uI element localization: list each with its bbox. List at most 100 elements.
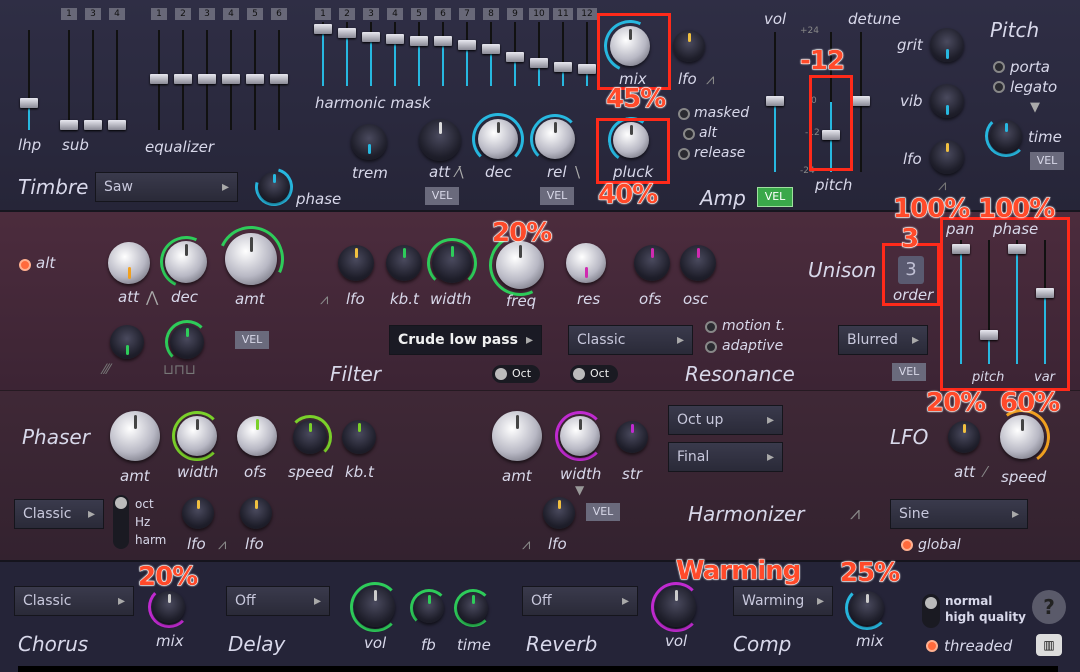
mask-fader[interactable] xyxy=(528,22,550,86)
phase-knob[interactable] xyxy=(259,172,289,202)
filter-vel-toggle[interactable]: VEL xyxy=(235,331,269,349)
lhp-fader[interactable] xyxy=(18,30,40,130)
dec-knob[interactable] xyxy=(478,119,518,159)
rel-knob[interactable] xyxy=(535,119,575,159)
pitch-vel-toggle[interactable]: VEL xyxy=(1030,152,1064,170)
filter-amt-knob[interactable] xyxy=(225,233,277,285)
eq-fader-6[interactable] xyxy=(268,30,290,130)
harm-amt-knob[interactable] xyxy=(492,411,542,461)
detune-fader[interactable] xyxy=(850,32,872,172)
mask-fader[interactable] xyxy=(456,22,478,86)
filter-osc-knob[interactable] xyxy=(680,245,716,281)
trem-knob[interactable] xyxy=(351,124,387,160)
mask-fader[interactable] xyxy=(504,22,526,86)
filter-env-knob-1[interactable] xyxy=(110,325,144,359)
filter-env-knob-2[interactable] xyxy=(170,325,204,359)
phaser-unit-switch[interactable] xyxy=(113,495,129,549)
grit-knob[interactable] xyxy=(930,28,964,62)
phaser-kbt-knob[interactable] xyxy=(342,420,376,454)
rel-vel-toggle[interactable]: VEL xyxy=(540,187,574,205)
filter-freq-knob[interactable] xyxy=(496,241,544,289)
phaser-lfo-knob-2[interactable] xyxy=(240,497,272,529)
quality-switch[interactable] xyxy=(922,594,940,628)
delay-vol-knob[interactable] xyxy=(355,587,395,627)
keyboard-icon[interactable]: ▥ xyxy=(1036,634,1062,656)
reverb-mode-dropdown[interactable]: Off xyxy=(522,586,638,616)
resonance-oct-toggle[interactable]: Oct xyxy=(570,365,618,383)
filter-dec-knob[interactable] xyxy=(165,241,207,283)
mask-fader[interactable] xyxy=(408,22,430,86)
filter-oct-toggle[interactable]: Oct xyxy=(492,365,540,383)
mask-fader[interactable] xyxy=(360,22,382,86)
filter-att-knob[interactable] xyxy=(108,242,150,284)
filter-type-dropdown[interactable]: Crude low pass xyxy=(389,325,542,355)
mask-fader[interactable] xyxy=(552,22,574,86)
mask-fader[interactable] xyxy=(336,22,358,86)
lfo-shape-dropdown[interactable]: Sine xyxy=(890,499,1028,529)
unison-mode-dropdown[interactable]: Blurred xyxy=(838,325,928,355)
phaser-ofs-knob[interactable] xyxy=(237,416,277,456)
filter-alt-radio[interactable] xyxy=(19,259,31,271)
mask-fader[interactable] xyxy=(384,22,406,86)
sub-fader-4[interactable] xyxy=(106,30,128,130)
harm-lfo-knob[interactable] xyxy=(543,497,575,529)
filter-width-knob[interactable] xyxy=(432,243,472,283)
mask-fader[interactable] xyxy=(576,22,598,86)
phaser-width-knob[interactable] xyxy=(177,416,217,456)
pitch-lfo-knob[interactable] xyxy=(930,140,964,174)
lfo-speed-knob[interactable] xyxy=(1000,415,1044,459)
chorus-mode-dropdown[interactable]: Classic xyxy=(14,586,134,616)
amp-lfo-knob[interactable] xyxy=(673,30,705,62)
harm-str-knob[interactable] xyxy=(616,421,648,453)
mask-fader[interactable] xyxy=(432,22,454,86)
motion-radio[interactable] xyxy=(705,321,717,333)
sub-fader-1[interactable] xyxy=(58,30,80,130)
reverb-vol-knob[interactable] xyxy=(656,587,696,627)
threaded-radio[interactable] xyxy=(926,640,938,652)
time-knob[interactable] xyxy=(990,120,1022,152)
delay-mode-dropdown[interactable]: Off xyxy=(226,586,330,616)
vol-fader[interactable] xyxy=(764,32,786,172)
vib-knob[interactable] xyxy=(930,84,964,118)
resonance-type-dropdown[interactable]: Classic xyxy=(568,325,693,355)
eq-fader-1[interactable] xyxy=(148,30,170,130)
phaser-amt-knob[interactable] xyxy=(110,411,160,461)
eq-fader-2[interactable] xyxy=(172,30,194,130)
adaptive-radio[interactable] xyxy=(705,341,717,353)
att-vel-toggle[interactable]: VEL xyxy=(425,187,459,205)
comp-mode-dropdown[interactable]: Warming xyxy=(733,586,833,616)
att-knob[interactable] xyxy=(419,119,461,161)
harm-vel-toggle[interactable]: VEL xyxy=(586,503,620,521)
lfo-global-radio[interactable] xyxy=(901,539,913,551)
phaser-speed-knob[interactable] xyxy=(293,420,327,454)
unison-vel-toggle[interactable]: VEL xyxy=(892,363,926,381)
lfo-att-knob[interactable] xyxy=(948,421,980,453)
release-radio[interactable] xyxy=(678,148,690,160)
filter-ofs-knob[interactable] xyxy=(634,245,670,281)
sub-fader-3[interactable] xyxy=(82,30,104,130)
eq-fader-3[interactable] xyxy=(196,30,218,130)
harm-width-knob[interactable] xyxy=(560,416,600,456)
delay-fb-knob[interactable] xyxy=(414,593,444,623)
help-icon[interactable]: ? xyxy=(1032,590,1066,624)
mask-fader[interactable] xyxy=(480,22,502,86)
phaser-mode-dropdown[interactable]: Classic xyxy=(14,499,104,529)
comp-mix-knob[interactable] xyxy=(850,591,884,625)
legato-radio[interactable] xyxy=(993,81,1005,93)
waveform-dropdown[interactable]: Saw xyxy=(95,172,238,202)
harm-final-dropdown[interactable]: Final xyxy=(668,442,783,472)
eq-fader-4[interactable] xyxy=(220,30,242,130)
masked-radio[interactable] xyxy=(678,108,690,120)
harm-oct-dropdown[interactable]: Oct up xyxy=(668,405,783,435)
mask-fader[interactable] xyxy=(312,22,334,86)
chorus-mix-knob[interactable] xyxy=(153,591,185,623)
filter-kbt-knob[interactable] xyxy=(386,245,422,281)
filter-lfo-knob[interactable] xyxy=(338,245,374,281)
porta-radio[interactable] xyxy=(993,61,1005,73)
filter-res-knob[interactable] xyxy=(566,243,606,283)
eq-fader-5[interactable] xyxy=(244,30,266,130)
phaser-lfo-knob-1[interactable] xyxy=(182,497,214,529)
alt-radio[interactable] xyxy=(683,128,695,140)
amp-vel-toggle[interactable]: VEL xyxy=(757,187,793,207)
delay-time-knob[interactable] xyxy=(458,593,488,623)
